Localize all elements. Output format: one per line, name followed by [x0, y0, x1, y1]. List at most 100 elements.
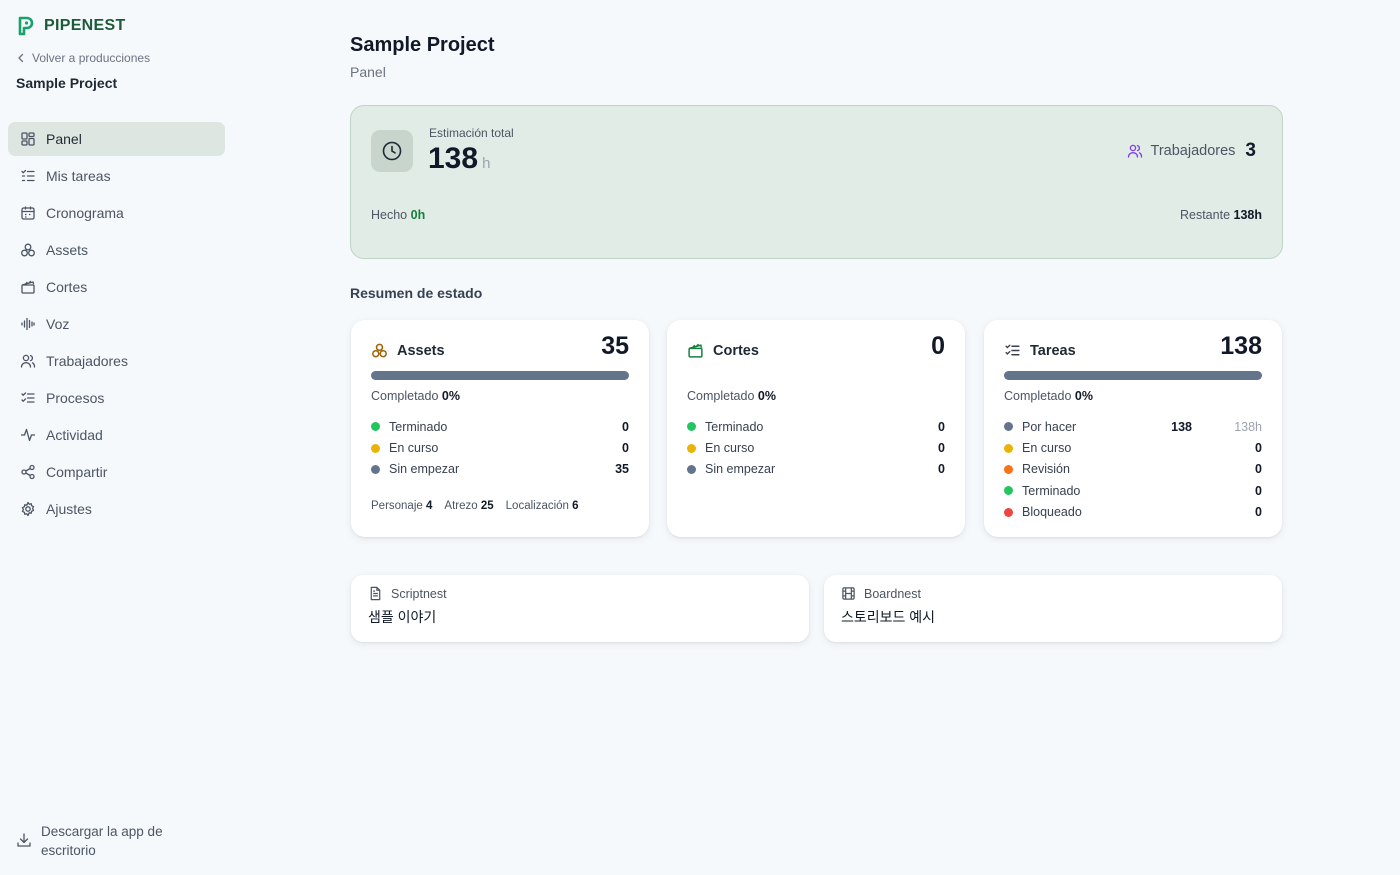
status-row: Sin empezar 35: [371, 459, 629, 480]
sidebar-item-procesos[interactable]: Procesos: [8, 381, 225, 415]
back-link-label: Volver a producciones: [32, 51, 151, 65]
pipenest-logo-icon: [18, 16, 34, 36]
sidebar-item-label: Compartir: [46, 464, 108, 480]
completed-percent: Completado 0%: [1004, 389, 1093, 403]
brand-logo[interactable]: PIPENEST: [16, 16, 126, 36]
asset-type-personaje: Personaje 4: [371, 500, 432, 512]
sidebar-item-mis-tareas[interactable]: Mis tareas: [8, 159, 225, 193]
back-to-productions-link[interactable]: Volver a producciones: [16, 51, 150, 65]
boxes-icon: [372, 343, 387, 358]
type-value: 4: [426, 500, 433, 512]
status-dot: [1004, 443, 1013, 453]
status-summary-title: Resumen de estado: [350, 285, 483, 301]
sidebar-item-compartir[interactable]: Compartir: [8, 455, 225, 489]
scriptnest-link-card[interactable]: Scriptnest 샘플 이야기: [351, 575, 809, 642]
done-hours: Hecho 0h: [371, 208, 425, 222]
status-row: Terminado 0: [1004, 480, 1262, 501]
status-value: 0: [622, 441, 629, 456]
boxes-icon: [21, 243, 35, 257]
status-dot: [1004, 464, 1013, 474]
completed-label: Completado: [1004, 389, 1072, 403]
completed-value: 0%: [441, 389, 460, 403]
sidebar-item-label: Procesos: [46, 390, 105, 406]
status-label: Terminado: [389, 419, 448, 434]
status-label: Sin empezar: [389, 462, 460, 477]
users-icon: [20, 354, 36, 368]
asset-type-atrezo: Atrezo 25: [444, 500, 493, 512]
boardnest-header: Boardnest: [841, 586, 921, 601]
audio-wave-icon: [21, 317, 35, 331]
sidebar-item-trabajadores[interactable]: Trabajadores: [8, 344, 225, 378]
status-dot: [371, 422, 380, 432]
progress-bar: [371, 371, 629, 380]
remaining-hours: Restante 138h: [1180, 208, 1262, 222]
task-list-icon: [21, 169, 35, 182]
clapperboard-icon: [21, 280, 35, 294]
status-row: En curso 0: [371, 437, 629, 458]
sidebar-item-ajustes[interactable]: Ajustes: [8, 492, 225, 526]
assets-summary-card[interactable]: Assets 35 Completado 0% Terminado 0 En cu…: [351, 320, 649, 537]
status-row: Por hacer 138 138h: [1004, 416, 1262, 437]
status-value: 0: [1255, 441, 1262, 456]
status-label: Revisión: [1022, 462, 1070, 477]
page-title: Sample Project: [350, 34, 495, 56]
boardnest-link-card[interactable]: Boardnest 스토리보드 예시: [824, 575, 1282, 642]
status-dot: [1004, 507, 1013, 517]
chevron-left-icon: [18, 53, 24, 63]
sidebar-item-label: Voz: [46, 316, 70, 332]
card-count: 35: [601, 332, 629, 360]
status-value: 0: [1255, 505, 1262, 520]
estimate-number: 138: [428, 142, 479, 175]
page-subtitle: Panel: [350, 64, 386, 80]
status-dot: [1004, 422, 1013, 432]
workers-count: 3: [1245, 140, 1256, 161]
status-label: En curso: [389, 441, 439, 456]
card-header: Cortes 0: [687, 332, 945, 370]
status-list: Por hacer 138 138h En curso 0 Revisión 0 Ter…: [1004, 416, 1262, 523]
settings-icon: [21, 501, 35, 517]
tareas-summary-card[interactable]: Tareas 138 Completado 0% Por hacer 138 138…: [984, 320, 1282, 537]
checklist-icon: [1005, 344, 1020, 356]
completed-value: 0%: [757, 389, 776, 403]
status-dot: [1004, 486, 1013, 496]
download-desktop-app-link[interactable]: Descargar la app de escritorio: [16, 822, 163, 860]
asset-type-localizacion: Localización 6: [506, 500, 579, 512]
completed-percent: Completado 0%: [687, 389, 776, 403]
status-row: Terminado 0: [687, 416, 945, 437]
sidebar-item-cronograma[interactable]: Cronograma: [8, 196, 225, 230]
film-icon: [842, 587, 855, 600]
sidebar-project-name: Sample Project: [16, 75, 118, 91]
status-value: 0: [938, 462, 945, 477]
dashboard-icon: [21, 132, 35, 146]
status-dot: [687, 443, 696, 453]
card-title: Tareas: [1030, 343, 1076, 359]
boardnest-label: Boardnest: [864, 586, 921, 601]
status-value: 0: [622, 419, 629, 434]
sidebar-item-voz[interactable]: Voz: [8, 307, 225, 341]
estimate-unit: h: [482, 155, 491, 172]
sidebar-item-label: Mis tareas: [46, 168, 111, 184]
status-label: En curso: [1022, 441, 1072, 456]
sidebar-nav: Panel Mis tareas Cronograma Assets Corte…: [8, 122, 225, 529]
clapperboard-icon: [688, 343, 703, 358]
sidebar-item-cortes[interactable]: Cortes: [8, 270, 225, 304]
boardnest-value: 스토리보드 예시: [841, 609, 936, 625]
download-label-line1: Descargar la app de: [41, 824, 163, 839]
workers-label: Trabajadores: [1150, 143, 1236, 159]
sidebar-item-label: Ajustes: [46, 501, 92, 517]
status-row: Revisión 0: [1004, 459, 1262, 480]
sidebar-item-assets[interactable]: Assets: [8, 233, 225, 267]
sidebar-item-actividad[interactable]: Actividad: [8, 418, 225, 452]
sidebar: PIPENEST Volver a producciones Sample Pr…: [0, 0, 232, 875]
estimate-value: 138 h: [428, 142, 490, 176]
workers-summary: Trabajadores 3: [1127, 140, 1256, 162]
completed-value: 0%: [1074, 389, 1093, 403]
completed-label: Completado: [687, 389, 755, 403]
scriptnest-label: Scriptnest: [391, 586, 447, 601]
scriptnest-header: Scriptnest: [368, 586, 447, 601]
sidebar-item-panel[interactable]: Panel: [8, 122, 225, 156]
cortes-summary-card[interactable]: Cortes 0 Completado 0% Terminado 0 En cur…: [667, 320, 965, 537]
type-value: 6: [572, 500, 579, 512]
status-dot: [371, 464, 380, 474]
scriptnest-value: 샘플 이야기: [368, 609, 437, 625]
